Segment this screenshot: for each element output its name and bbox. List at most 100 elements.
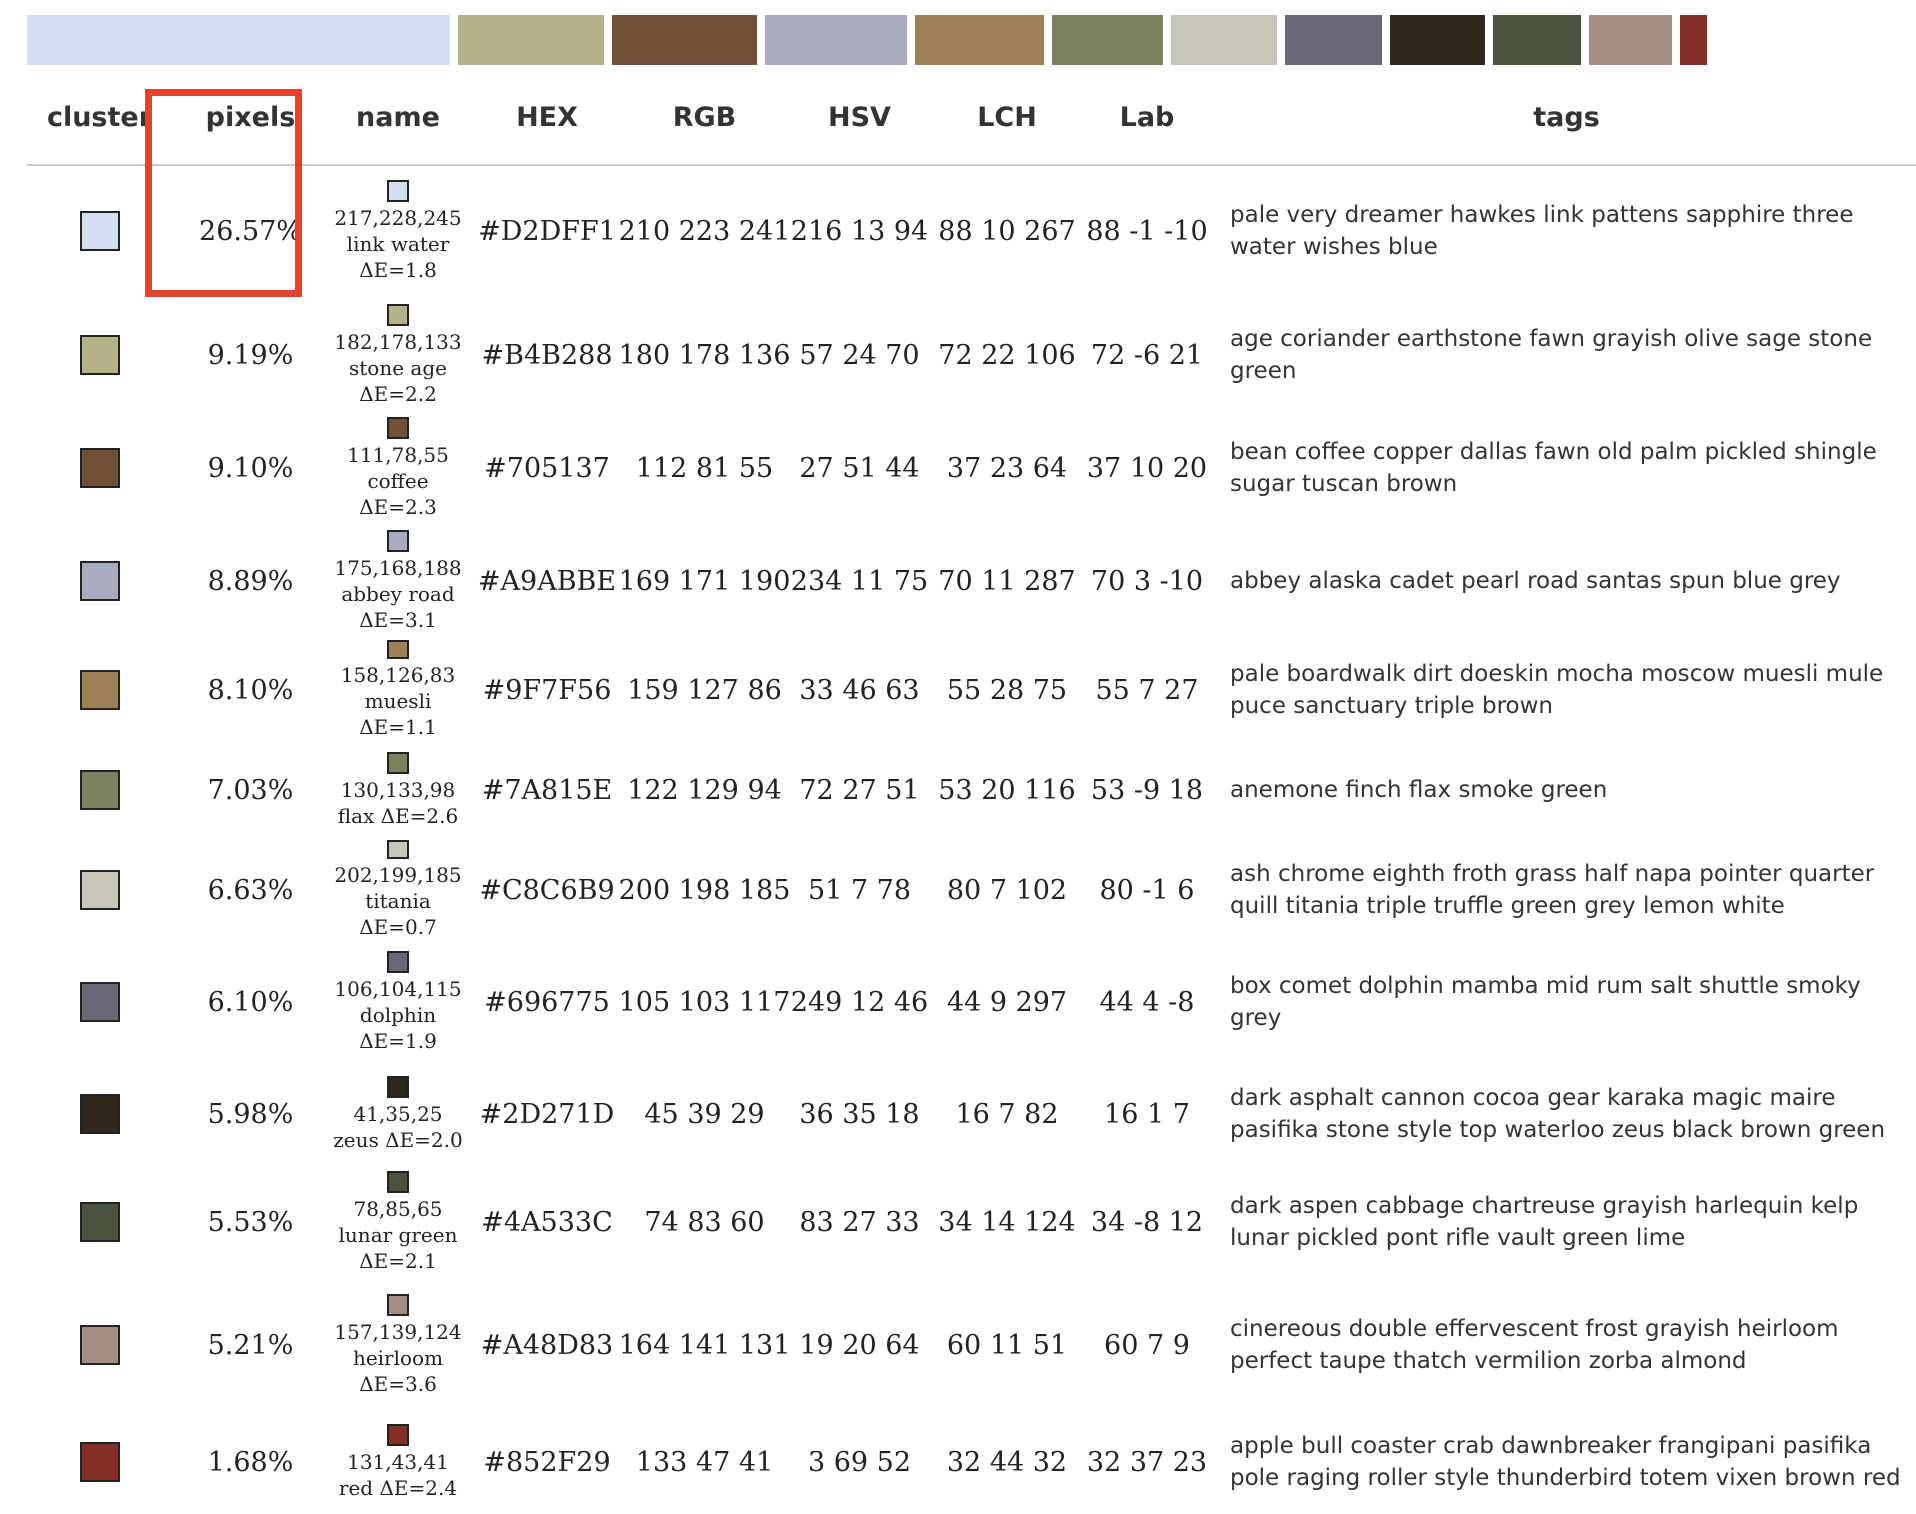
name-swatch xyxy=(387,179,409,202)
pixels-highlight-box xyxy=(145,89,302,297)
cluster-swatch xyxy=(79,1094,120,1134)
pixels-cell: 8.89% xyxy=(207,565,294,597)
header-hex: HEX xyxy=(516,102,578,133)
name: dolphin xyxy=(359,1002,437,1027)
rgb-cell: 210 223 241 xyxy=(618,215,791,247)
table-row: 8.10% 158,126,83 muesli ΔE=1.1 #9F7F56 159 1… xyxy=(27,640,1916,740)
hsv-cell: 83 27 33 xyxy=(799,1206,920,1238)
pixels-cell: 6.10% xyxy=(207,986,294,1018)
tags-cell: bean coffee copper dallas fawn old palm … xyxy=(1230,439,1877,497)
tags-cell: dark asphalt cannon cocoa gear karaka ma… xyxy=(1230,1085,1886,1143)
name: lunar green xyxy=(338,1222,458,1247)
cluster-swatch xyxy=(79,870,120,910)
palette-segment xyxy=(612,15,758,65)
name: titania ΔE=0.7 xyxy=(359,889,437,939)
lch-cell: 34 14 124 xyxy=(938,1206,1076,1238)
lch-cell: 80 7 102 xyxy=(946,874,1068,906)
hsv-cell: 234 11 75 xyxy=(790,565,929,597)
lch-cell: 44 9 297 xyxy=(946,986,1068,1018)
cluster-swatch xyxy=(79,448,120,488)
rgb-cell: 164 141 131 xyxy=(618,1329,791,1361)
name-cell: 41,35,25 zeus ΔE=2.0 xyxy=(329,1064,467,1164)
name-rgb: 202,199,185 xyxy=(334,863,462,887)
lch-cell: 53 20 116 xyxy=(938,774,1076,806)
table-row: 9.19% 182,178,133 stone age ΔE=2.2 #B4B288 18… xyxy=(27,296,1916,414)
palette-segment xyxy=(1051,15,1164,65)
palette-segment xyxy=(914,15,1044,65)
pixels-cell: 9.10% xyxy=(207,452,294,484)
table-row: 7.03% 130,133,98 flax ΔE=2.6 #7A815E 122 129… xyxy=(27,740,1916,840)
rgb-cell: 133 47 41 xyxy=(635,1446,774,1478)
lab-cell: 37 10 20 xyxy=(1086,452,1208,484)
name-de: ΔE=3.1 xyxy=(359,607,437,632)
name-cell: 106,104,115 dolphin ΔE=1.9 xyxy=(329,940,467,1064)
name-cell: 175,168,188 abbey road ΔE=3.1 xyxy=(329,522,467,640)
name-rgb: 131,43,41 xyxy=(347,1449,449,1474)
cluster-cell xyxy=(27,940,172,1064)
name-rgb: 41,35,25 xyxy=(353,1101,443,1126)
lch-cell: 88 10 267 xyxy=(938,215,1076,247)
rgb-cell: 74 83 60 xyxy=(644,1206,765,1238)
name-de: ΔE=2.1 xyxy=(359,1248,437,1273)
cluster-swatch xyxy=(79,211,120,251)
hsv-cell: 3 69 52 xyxy=(807,1446,912,1478)
name-rgb: 130,133,98 xyxy=(340,777,456,802)
name-rgb: 158,126,83 xyxy=(340,663,456,687)
tags-cell: dark aspen cabbage chartreuse grayish ha… xyxy=(1230,1193,1859,1251)
name-rgb: 182,178,133 xyxy=(334,329,462,354)
lab-cell: 16 1 7 xyxy=(1104,1098,1190,1130)
hsv-cell: 72 27 51 xyxy=(799,774,920,806)
hsv-cell: 27 51 44 xyxy=(799,452,920,484)
lch-cell: 70 11 287 xyxy=(938,565,1076,597)
hex-cell: #B4B288 xyxy=(481,339,613,371)
tags-cell: box comet dolphin mamba mid rum salt shu… xyxy=(1230,973,1861,1031)
lab-cell: 72 -6 21 xyxy=(1090,339,1204,371)
lch-cell: 32 44 32 xyxy=(946,1446,1068,1478)
hex-cell: #7A815E xyxy=(481,774,613,806)
table-row: 1.68% 131,43,41 red ΔE=2.4 #852F29 133 47 41… xyxy=(27,1410,1916,1514)
rgb-cell: 169 171 190 xyxy=(618,565,791,597)
palette-bar xyxy=(27,15,1707,65)
palette-segment xyxy=(1284,15,1383,65)
tags-cell: age coriander earthstone fawn grayish ol… xyxy=(1230,326,1873,384)
cluster-swatch xyxy=(79,1325,120,1365)
cluster-cell xyxy=(27,414,172,522)
cluster-cell xyxy=(27,1164,172,1280)
palette-segment xyxy=(1171,15,1277,65)
name-cell: 78,85,65 lunar green ΔE=2.1 xyxy=(329,1164,467,1280)
name-de: ΔE=1.9 xyxy=(359,1028,437,1053)
cluster-swatch xyxy=(79,335,120,375)
hex-cell: #C8C6B9 xyxy=(479,874,615,906)
hex-cell: #4A533C xyxy=(481,1206,613,1238)
pixels-cell: 6.63% xyxy=(207,874,294,906)
hsv-cell: 57 24 70 xyxy=(799,339,920,371)
lab-cell: 60 7 9 xyxy=(1104,1329,1190,1361)
table-row: 9.10% 111,78,55 coffee ΔE=2.3 #705137 112 81… xyxy=(27,414,1916,522)
name-cell: 157,139,124 heirloom ΔE=3.6 xyxy=(329,1280,467,1410)
rgb-cell: 112 81 55 xyxy=(635,452,774,484)
name-swatch xyxy=(387,416,409,439)
hex-cell: #705137 xyxy=(484,452,610,484)
palette-segment xyxy=(1493,15,1582,65)
table-row: 26.57% 217,228,245 link water ΔE=1.8 #D2DFF1… xyxy=(27,166,1916,296)
table-header: cluster pixels name HEX RGB HSV LCH Lab … xyxy=(27,92,1916,166)
table-row: 6.10% 106,104,115 dolphin ΔE=1.9 #696775 105 … xyxy=(27,940,1916,1064)
rgb-cell: 200 198 185 xyxy=(618,874,791,906)
cluster-swatch xyxy=(79,670,120,710)
name: flax ΔE=2.6 xyxy=(337,803,459,828)
tags-cell: anemone finch flax smoke green xyxy=(1230,777,1608,803)
lab-cell: 88 -1 -10 xyxy=(1086,215,1208,247)
pixels-cell: 5.53% xyxy=(207,1206,294,1238)
lab-cell: 44 4 -8 xyxy=(1099,986,1195,1018)
name-de: ΔE=2.2 xyxy=(359,381,437,406)
hex-cell: #852F29 xyxy=(483,1446,611,1478)
lab-cell: 55 7 27 xyxy=(1095,674,1199,706)
table-row: 5.53% 78,85,65 lunar green ΔE=2.1 #4A533C 74 … xyxy=(27,1164,1916,1280)
lch-cell: 16 7 82 xyxy=(955,1098,1059,1130)
tags-cell: abbey alaska cadet pearl road santas spu… xyxy=(1230,568,1841,594)
hsv-cell: 216 13 94 xyxy=(790,215,929,247)
cluster-swatch xyxy=(79,770,120,810)
tags-cell: cinereous double effervescent frost gray… xyxy=(1230,1316,1839,1374)
lch-cell: 37 23 64 xyxy=(946,452,1068,484)
hex-cell: #9F7F56 xyxy=(482,674,612,706)
